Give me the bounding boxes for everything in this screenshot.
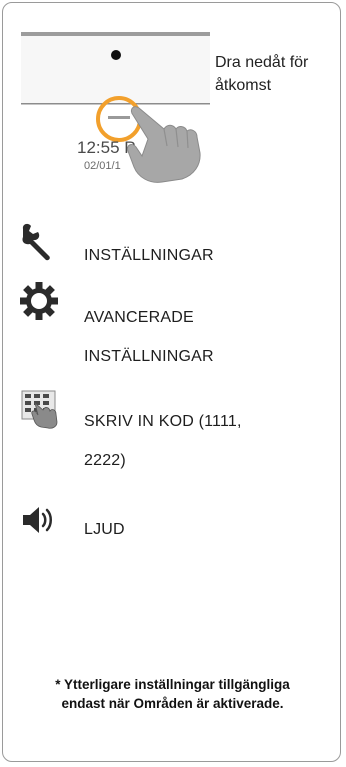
menu-label-enter-code-line1: SKRIV IN KOD (1111, bbox=[84, 413, 242, 430]
footnote-line-2: endast när Områden är aktiverade. bbox=[61, 696, 284, 711]
keypad-hand-icon bbox=[21, 390, 58, 429]
wrench-icon bbox=[22, 223, 50, 261]
help-panel: 12:55 P 02/01/1 Dra nedåt för åtkomst IN… bbox=[2, 2, 341, 762]
pulldown-top-bar bbox=[21, 32, 210, 36]
clock-time: 12:55 P bbox=[77, 138, 136, 157]
speaker-icon bbox=[23, 507, 52, 533]
menu-label-settings: INSTÄLLNINGAR bbox=[84, 247, 214, 264]
menu-label-advanced-line1: AVANCERADE bbox=[84, 309, 194, 326]
menu-item-advanced-settings[interactable]: AVANCERADE INSTÄLLNINGAR bbox=[19, 281, 319, 376]
menu-label-advanced-line2: INSTÄLLNINGAR bbox=[84, 348, 214, 365]
pointing-hand-icon bbox=[127, 106, 201, 183]
gear-icon bbox=[20, 282, 58, 320]
pulldown-caption: Dra nedåt för åtkomst bbox=[215, 54, 309, 94]
footnote: * Ytterligare inställningar tillgängliga… bbox=[3, 675, 340, 713]
pulldown-dot bbox=[111, 50, 121, 60]
menu-item-sound[interactable]: LJUD bbox=[19, 501, 319, 551]
menu-item-settings[interactable]: INSTÄLLNINGAR bbox=[19, 223, 319, 273]
menu-item-enter-code[interactable]: SKRIV IN KOD (1111, 2222) bbox=[19, 390, 319, 480]
menu-label-enter-code-line2: 2222) bbox=[84, 452, 126, 469]
pull-down-illustration: 12:55 P 02/01/1 bbox=[21, 32, 210, 183]
footnote-line-1: * Ytterligare inställningar tillgängliga bbox=[55, 677, 290, 692]
clock-date: 02/01/1 bbox=[84, 160, 121, 172]
menu-label-sound: LJUD bbox=[84, 521, 125, 538]
